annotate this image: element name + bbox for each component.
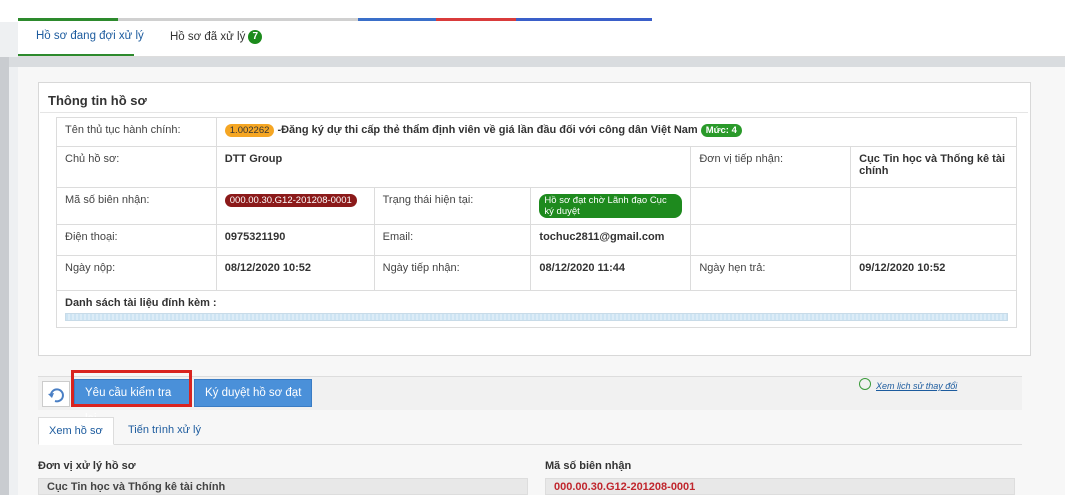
- divider: [40, 112, 1028, 113]
- attachments-list: [65, 313, 1008, 321]
- receipt-value: 000.00.30.G12-201208-0001: [215, 187, 375, 225]
- receiving-unit-value: Cục Tin học và Thống kê tài chính: [850, 146, 1017, 188]
- undo-icon: [48, 388, 64, 403]
- tab-processed-label: Hồ sơ đã xử lý: [170, 31, 246, 44]
- procedure-value: 1.002262 -Đăng ký dự thi cấp thẻ thẩm đị…: [215, 117, 1018, 147]
- due-label: Ngày hẹn trả:: [690, 255, 852, 291]
- table-row: Chủ hồ sơ: DTT Group Đơn vị tiếp nhận: C…: [56, 146, 1017, 188]
- due-value: 09/12/2020 10:52: [850, 255, 1017, 291]
- module-tab-strip[interactable]: [18, 18, 118, 21]
- history-link[interactable]: Xem lịch sử thay đổi: [876, 381, 957, 391]
- table-row: Mã số biên nhận: 000.00.30.G12-201208-00…: [56, 187, 1017, 225]
- tab-view-record[interactable]: Xem hồ sơ: [38, 417, 114, 445]
- procedure-code-badge: 1.002262: [224, 124, 275, 137]
- phone-value: 0975321190: [215, 224, 375, 256]
- owner-label: Chủ hồ sơ:: [56, 146, 217, 188]
- tab-pending[interactable]: Hồ sơ đang đợi xử lý: [36, 30, 144, 42]
- tab-process-progress[interactable]: Tiến trình xử lý: [118, 417, 211, 443]
- empty-cell: [690, 187, 852, 225]
- module-tab-strip[interactable]: [118, 18, 238, 21]
- module-tab-strip[interactable]: [358, 18, 436, 21]
- highlight-annotation: [71, 370, 192, 407]
- processed-count-badge: 7: [248, 30, 263, 44]
- received-value: 08/12/2020 11:44: [530, 255, 692, 291]
- status-value: Hồ sơ đạt chờ Lãnh đạo Cục ký duyệt: [530, 187, 692, 225]
- status-badge: Hồ sơ đạt chờ Lãnh đạo Cục ký duyệt: [539, 194, 683, 218]
- receiving-unit-label: Đơn vị tiếp nhận:: [690, 146, 852, 188]
- receipt-field: 000.00.30.G12-201208-0001: [545, 478, 1015, 495]
- received-label: Ngày tiếp nhận:: [373, 255, 532, 291]
- approve-button[interactable]: Ký duyệt hồ sơ đạt: [194, 379, 313, 407]
- module-tab-strip[interactable]: [436, 18, 516, 21]
- empty-cell: [850, 224, 1017, 256]
- unit-label: Đơn vị xử lý hồ sơ: [38, 460, 136, 472]
- tab-processed[interactable]: Hồ sơ đã xử lý 7: [170, 30, 263, 44]
- left-gutter: [0, 57, 9, 495]
- info-section-title: Thông tin hồ sơ: [48, 93, 147, 108]
- view-tabs: Xem hồ sơ Tiến trình xử lý: [38, 417, 1022, 445]
- status-tabs: Hồ sơ đang đợi xử lý Hồ sơ đã xử lý 7: [18, 22, 1065, 57]
- receipt-field-label: Mã số biên nhận: [545, 460, 632, 472]
- email-label: Email:: [373, 224, 532, 256]
- info-table: Tên thủ tục hành chính: 1.002262 -Đăng k…: [56, 117, 1018, 328]
- attachments-label: Danh sách tài liệu đính kèm :: [65, 297, 217, 309]
- empty-cell: [690, 224, 852, 256]
- table-row: Danh sách tài liệu đính kèm :: [56, 290, 1017, 328]
- attachments-cell: Danh sách tài liệu đính kèm :: [56, 290, 1017, 328]
- submitted-value: 08/12/2020 10:52: [215, 255, 375, 291]
- separator-band: [0, 57, 1065, 67]
- status-label: Trạng thái hiện tại:: [373, 187, 532, 225]
- submitted-label: Ngày nộp:: [56, 255, 217, 291]
- email-value: tochuc2811@gmail.com: [530, 224, 692, 256]
- active-tab-indicator: [18, 54, 134, 56]
- top-bar: [0, 0, 1065, 22]
- table-row: Tên thủ tục hành chính: 1.002262 -Đăng k…: [56, 117, 1018, 147]
- level-badge: Mức: 4: [700, 124, 742, 137]
- phone-label: Điện thoại:: [56, 224, 217, 256]
- undo-button[interactable]: [42, 381, 70, 407]
- owner-value: DTT Group: [215, 146, 692, 188]
- module-tab-strip[interactable]: [516, 18, 652, 21]
- history-clock-icon: [859, 378, 871, 390]
- table-row: Ngày nộp: 08/12/2020 10:52 Ngày tiếp nhậ…: [56, 255, 1017, 291]
- unit-field: Cục Tin học và Thống kê tài chính: [38, 478, 528, 495]
- empty-cell: [850, 187, 1017, 225]
- module-tab-strip[interactable]: [238, 18, 358, 21]
- receipt-badge: 000.00.30.G12-201208-0001: [224, 194, 357, 207]
- receipt-label: Mã số biên nhận:: [56, 187, 217, 225]
- procedure-label: Tên thủ tục hành chính:: [56, 117, 217, 147]
- procedure-name: -Đăng ký dự thi cấp thẻ thẩm định viên v…: [277, 124, 698, 136]
- table-row: Điện thoại: 0975321190 Email: tochuc2811…: [56, 224, 1017, 256]
